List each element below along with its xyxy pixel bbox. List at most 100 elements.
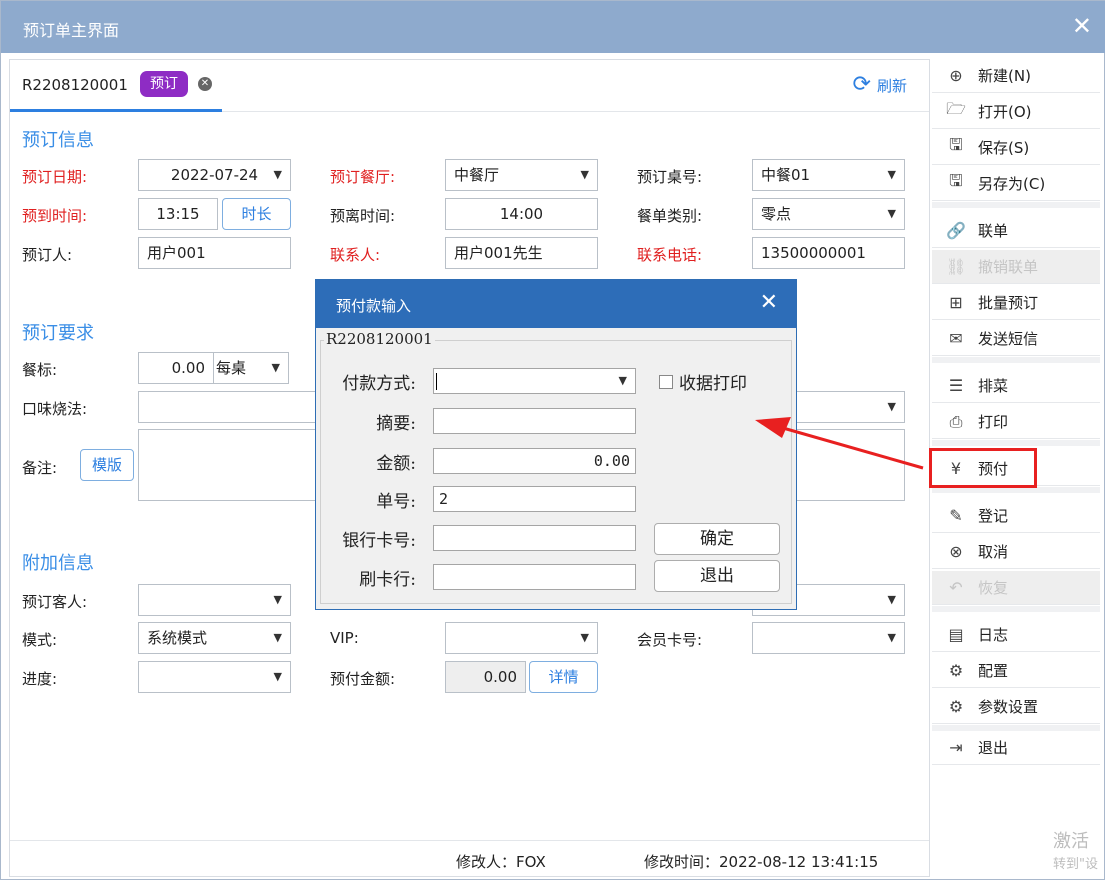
- number-label: 单号:: [376, 492, 416, 512]
- window-close-icon[interactable]: ✕: [1072, 11, 1092, 41]
- tab-bar: R2208120001 预订 ✕ ⟳ 刷新: [10, 60, 929, 112]
- sidebar-restore-button[interactable]: ↶ 恢复: [932, 571, 1100, 605]
- date-select[interactable]: 2022-07-24 ▼: [138, 159, 291, 191]
- link-icon: 🔗: [946, 221, 966, 240]
- dialog-close-icon[interactable]: ✕: [760, 290, 778, 315]
- sidebar-sms-label: 发送短信: [978, 330, 1039, 348]
- menu-type-select[interactable]: 零点 ▼: [752, 198, 905, 230]
- menu-type-value: 零点: [761, 205, 792, 223]
- leave-label: 预离时间:: [330, 207, 396, 225]
- amount-input[interactable]: 0.00: [433, 448, 636, 474]
- cancel-circle-icon: ⊗: [949, 542, 963, 561]
- tab-order-id: R2208120001: [22, 76, 128, 94]
- sidebar-print-button[interactable]: ⎙ 打印: [932, 405, 1100, 439]
- sidebar-cancel-label: 取消: [978, 543, 1009, 561]
- list-icon: ☰: [948, 376, 964, 395]
- sidebar-config-button[interactable]: ⚙ 配置: [932, 654, 1100, 688]
- sidebar-params-label: 参数设置: [978, 698, 1039, 716]
- sidebar-open-button[interactable]: 🗁 打开(O): [932, 95, 1100, 129]
- sidebar-dishes-button[interactable]: ☰ 排菜: [932, 369, 1100, 403]
- phone-input[interactable]: 13500000001: [752, 237, 905, 269]
- mail-icon: ✉: [949, 329, 963, 348]
- sidebar-link-button[interactable]: 🔗 联单: [932, 214, 1100, 248]
- member-select[interactable]: ▼: [752, 622, 905, 654]
- sidebar-exit-button[interactable]: ⇥ 退出: [932, 731, 1100, 765]
- payment-method-select[interactable]: ▼: [433, 368, 636, 394]
- annotation-highlight-box: [929, 448, 1037, 488]
- dialog-group-title: R2208120001: [324, 330, 435, 348]
- standard-unit-select[interactable]: 每桌 ▼: [213, 352, 289, 384]
- plus-circle-icon: ⊕: [949, 66, 963, 85]
- print-receipt-checkbox[interactable]: 收据打印: [659, 369, 747, 394]
- section-title-extra: 附加信息: [22, 553, 94, 574]
- sidebar-unlink-label: 撤销联单: [978, 258, 1039, 276]
- sidebar-cancel-button[interactable]: ⊗ 取消: [932, 535, 1100, 569]
- detail-button[interactable]: 详情: [529, 661, 598, 693]
- sidebar-batch-button[interactable]: ⊞ 批量预订: [932, 286, 1100, 320]
- template-button[interactable]: 模版: [80, 449, 134, 481]
- number-input[interactable]: 2: [433, 486, 636, 512]
- booker-input[interactable]: 用户001: [138, 237, 291, 269]
- activation-watermark: 激活: [1053, 831, 1089, 852]
- checkbox-box: [659, 374, 673, 389]
- chevron-down-icon: ▼: [273, 168, 282, 181]
- guest-select[interactable]: ▼: [138, 584, 291, 616]
- confirm-button[interactable]: 确定: [654, 523, 780, 555]
- mode-value: 系统模式: [147, 629, 208, 647]
- restaurant-select[interactable]: 中餐厅 ▼: [445, 159, 598, 191]
- payment-method-label: 付款方式:: [342, 374, 416, 394]
- contact-label: 联系人:: [330, 246, 381, 264]
- table-select[interactable]: 中餐01 ▼: [752, 159, 905, 191]
- mode-label: 模式:: [22, 631, 58, 649]
- standard-label: 餐标:: [22, 361, 58, 379]
- sidebar-new-button[interactable]: ⊕ 新建(N): [932, 59, 1100, 93]
- sidebar-sms-button[interactable]: ✉ 发送短信: [932, 322, 1100, 356]
- main-window: 预订单主界面 ✕ R2208120001 预订 ✕ ⟳ 刷新 预订信息 预订日期…: [0, 0, 1105, 880]
- sidebar-params-button[interactable]: ⚙ 参数设置: [932, 690, 1100, 724]
- gear-icon: ⚙: [948, 697, 964, 716]
- sidebar-save-button[interactable]: 🖫 保存(S): [932, 131, 1100, 165]
- vip-select[interactable]: ▼: [445, 622, 598, 654]
- arrive-time-input[interactable]: 13:15: [138, 198, 218, 230]
- refresh-button[interactable]: ⟳ 刷新: [853, 74, 907, 96]
- mode-select[interactable]: 系统模式 ▼: [138, 622, 291, 654]
- chevron-down-icon: ▼: [887, 207, 896, 220]
- sidebar-dishes-label: 排菜: [978, 377, 1009, 395]
- sidebar-unlink-button[interactable]: ⛓ 撤销联单: [932, 250, 1100, 284]
- window-title: 预订单主界面: [23, 21, 120, 40]
- sidebar-save-as-button[interactable]: 🖫 另存为(C): [932, 167, 1100, 201]
- chevron-down-icon: ▼: [580, 168, 589, 181]
- refresh-label: 刷新: [876, 76, 907, 95]
- modified-time-text: 修改时间：2022-08-12 13:41:15: [644, 853, 879, 871]
- vip-label: VIP:: [330, 629, 359, 647]
- progress-select[interactable]: ▼: [138, 661, 291, 693]
- prepay-label: 预付金额:: [330, 670, 396, 688]
- summary-input[interactable]: [433, 408, 636, 434]
- section-title-info: 预订信息: [22, 130, 94, 151]
- refresh-icon: ⟳: [852, 72, 871, 97]
- card-number-input[interactable]: [433, 525, 636, 551]
- summary-label: 摘要:: [376, 414, 416, 434]
- dialog-title: 预付款输入: [336, 297, 412, 315]
- amount-label: 金额:: [376, 454, 416, 474]
- exit-button[interactable]: 退出: [654, 560, 780, 592]
- standard-unit-value: 每桌: [216, 359, 247, 377]
- sidebar-register-button[interactable]: ✎ 登记: [932, 499, 1100, 533]
- status-footer: 修改人：FOX 修改时间：2022-08-12 13:41:15: [10, 840, 929, 876]
- standard-input[interactable]: 0.00: [138, 352, 214, 384]
- tab-close-icon[interactable]: ✕: [198, 77, 212, 91]
- leave-time-input[interactable]: 14:00: [445, 198, 598, 230]
- sidebar-new-label: 新建(N): [978, 67, 1031, 85]
- contact-input[interactable]: 用户001先生: [445, 237, 598, 269]
- booker-label: 预订人:: [22, 246, 73, 264]
- sidebar-log-button[interactable]: ▤ 日志: [932, 618, 1100, 652]
- duration-button[interactable]: 时长: [222, 198, 291, 230]
- bank-input[interactable]: [433, 564, 636, 590]
- table-value: 中餐01: [761, 166, 811, 184]
- tab-order[interactable]: R2208120001 预订 ✕: [10, 60, 222, 112]
- save-as-icon: 🖫: [949, 171, 963, 190]
- logout-icon: ⇥: [949, 738, 963, 757]
- chevron-down-icon: ▼: [887, 168, 896, 181]
- sidebar-print-label: 打印: [978, 413, 1009, 431]
- remark-label: 备注:: [22, 459, 58, 477]
